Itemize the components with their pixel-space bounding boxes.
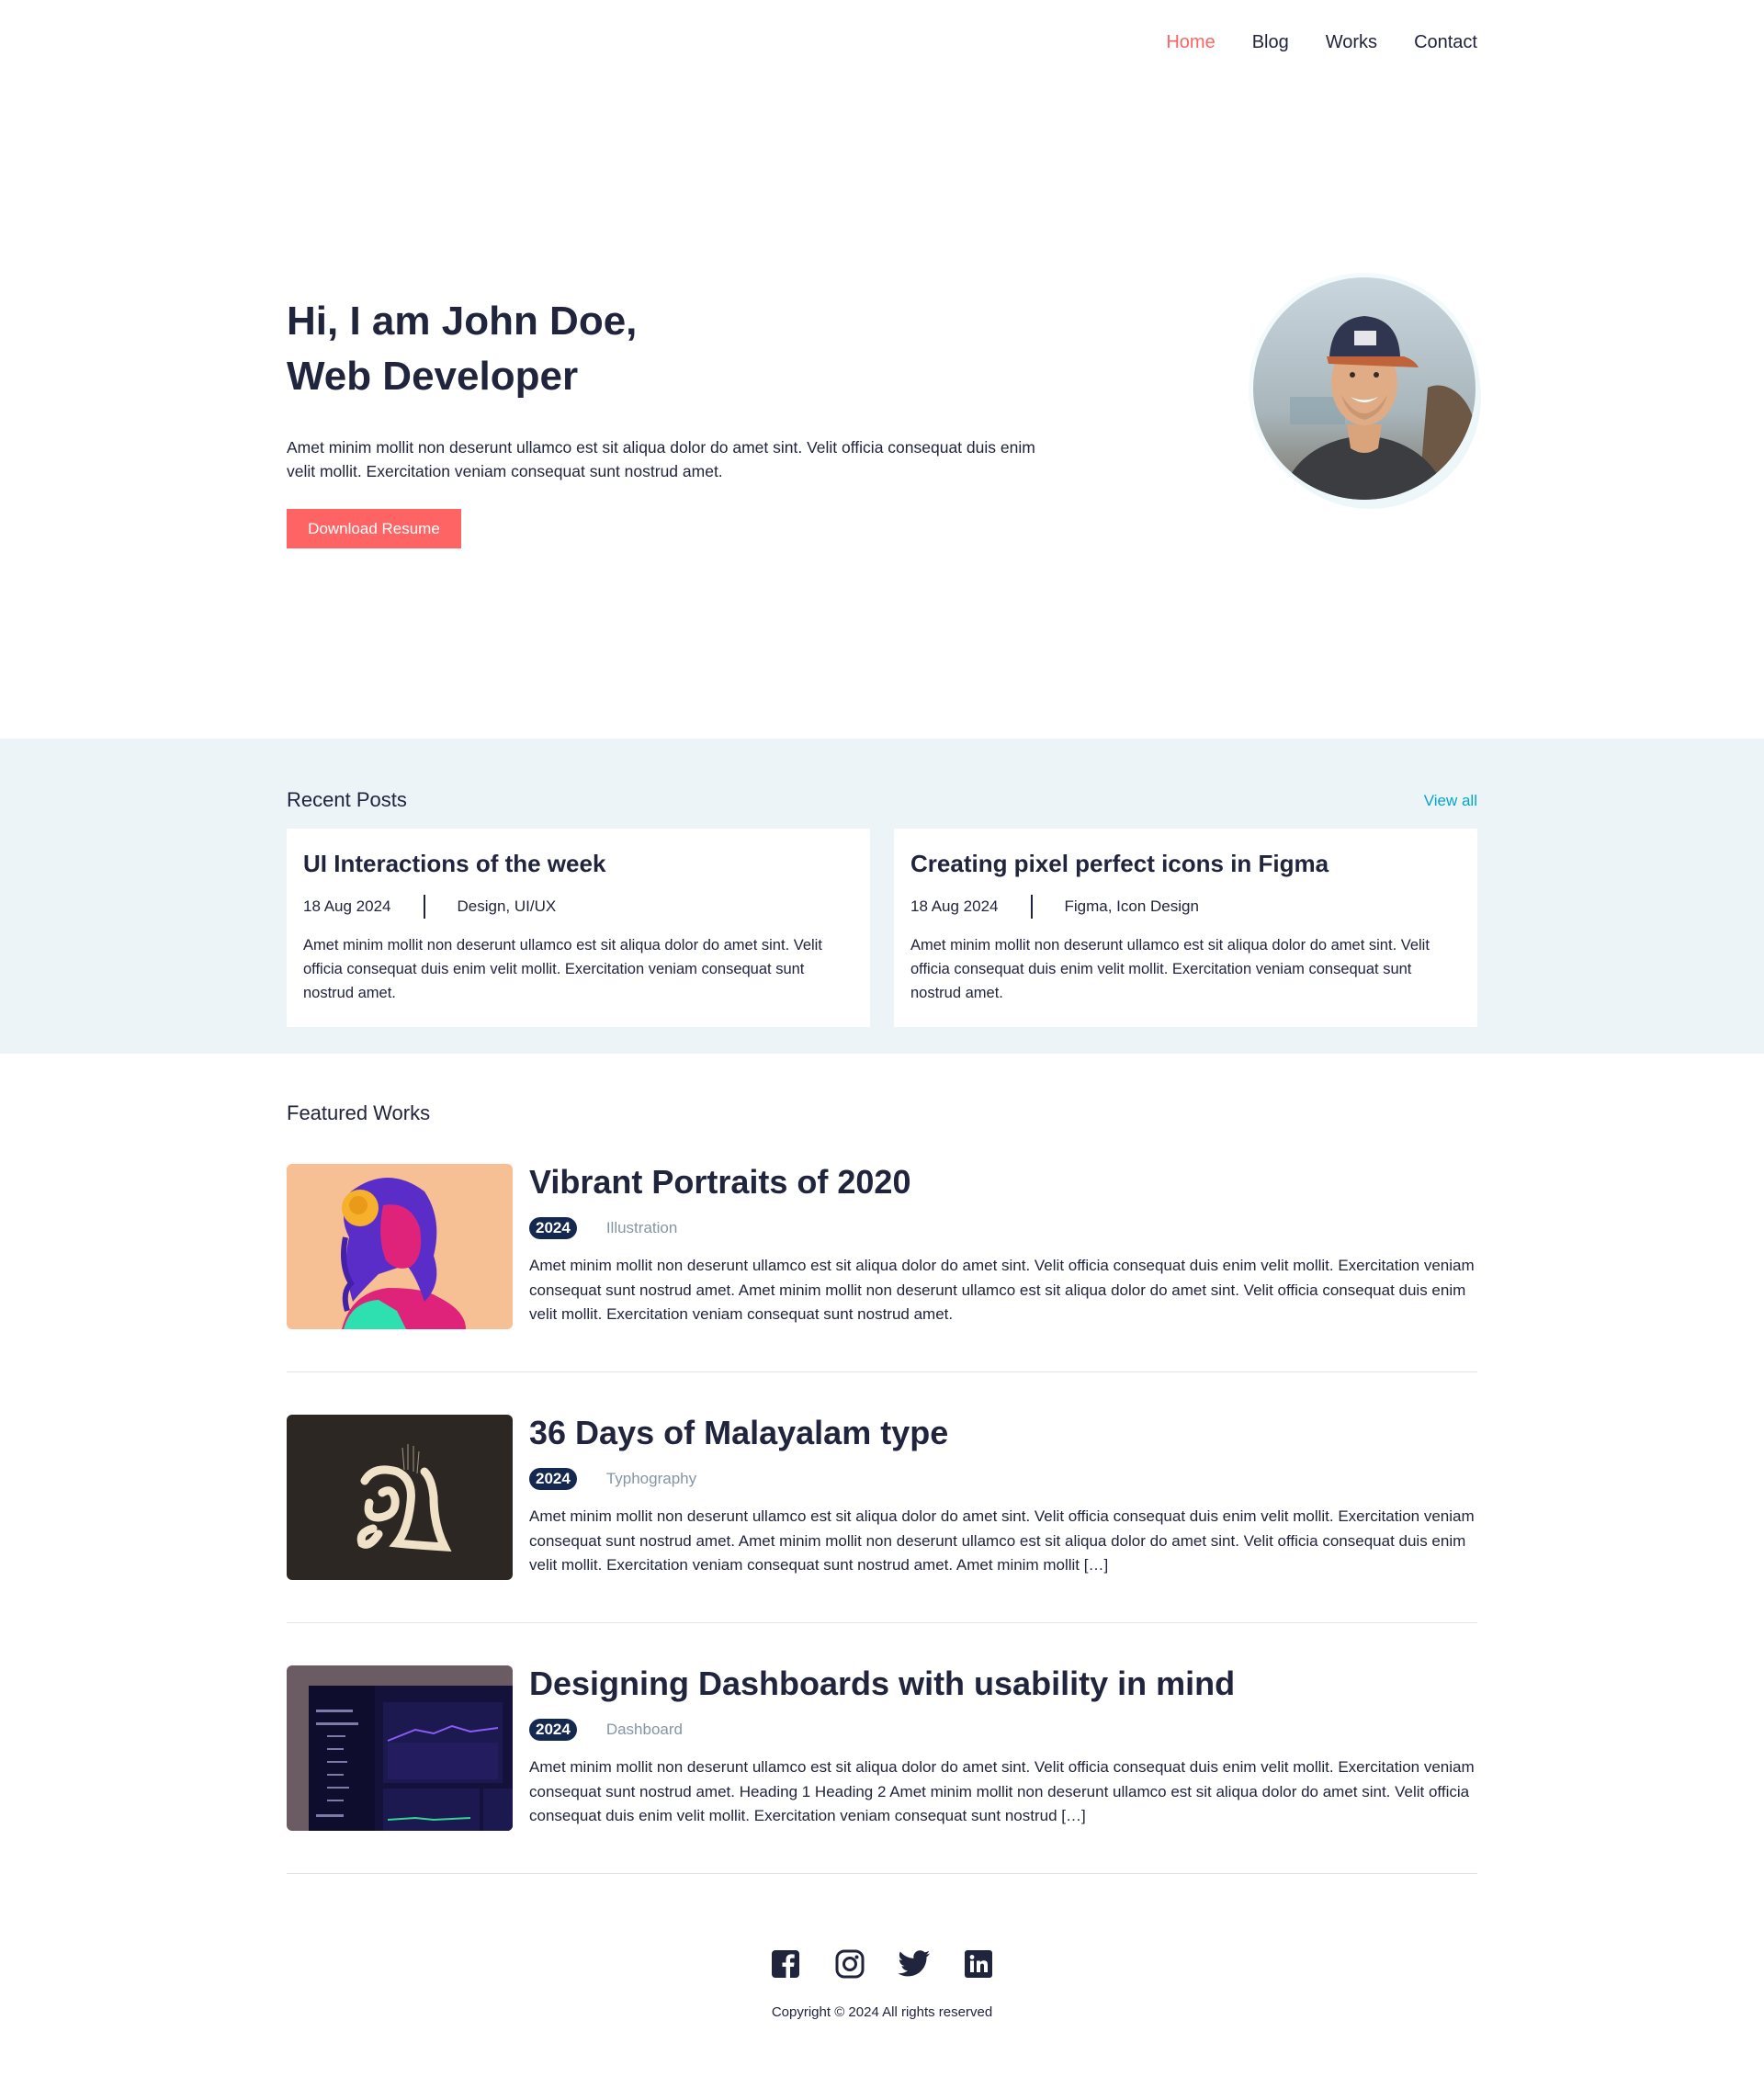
work-description: Amet minim mollit non deserunt ullamco e… — [529, 1257, 1475, 1323]
post-date: 18 Aug 2024 — [910, 897, 999, 915]
footer: Copyright © 2024 All rights reserved — [0, 1946, 1764, 2020]
post-excerpt: Amet minim mollit non deserunt ullamco e… — [303, 937, 822, 1001]
featured-works-section: Featured Works Vibrant Portraits of 2020… — [287, 1101, 1477, 1874]
post-title[interactable]: Creating pixel perfect icons in Figma — [910, 847, 1461, 880]
work-thumbnail[interactable] — [287, 1415, 513, 1580]
post-card[interactable]: Creating pixel perfect icons in Figma 18… — [894, 829, 1477, 1027]
nav-contact[interactable]: Contact — [1414, 32, 1477, 53]
work-thumbnail[interactable] — [287, 1164, 513, 1329]
hero-section: Hi, I am John Doe, Web Developer Amet mi… — [287, 85, 1477, 739]
hero-title-line2: Web Developer — [287, 354, 579, 399]
work-item[interactable]: Designing Dashboards with usability in m… — [287, 1665, 1477, 1874]
copyright-text: Copyright © 2024 All rights reserved — [771, 2004, 993, 2020]
post-tags: Figma, Icon Design — [1064, 897, 1199, 915]
featured-works-title: Featured Works — [287, 1101, 431, 1124]
hero-title: Hi, I am John Doe, Web Developer — [287, 294, 930, 404]
download-resume-button[interactable]: Download Resume — [287, 509, 461, 548]
work-description: Amet minim mollit non deserunt ullamco e… — [529, 1758, 1475, 1824]
work-item[interactable]: 36 Days of Malayalam type 2024 Typhograp… — [287, 1415, 1477, 1623]
divider — [1031, 895, 1034, 919]
view-all-link[interactable]: View all — [1424, 792, 1477, 810]
instagram-icon[interactable] — [831, 1946, 868, 1982]
post-card[interactable]: UI Interactions of the week 18 Aug 2024 … — [287, 829, 870, 1027]
nav-home[interactable]: Home — [1166, 32, 1215, 53]
linkedin-icon[interactable] — [960, 1946, 997, 1982]
recent-posts-section: Recent Posts View all UI Interactions of… — [0, 739, 1764, 1054]
year-badge: 2024 — [529, 1217, 577, 1239]
year-badge: 2024 — [529, 1468, 577, 1490]
nav-blog[interactable]: Blog — [1252, 32, 1289, 53]
post-excerpt: Amet minim mollit non deserunt ullamco e… — [910, 937, 1430, 1001]
post-title[interactable]: UI Interactions of the week — [303, 847, 854, 880]
hero-title-line1: Hi, I am John Doe, — [287, 299, 638, 344]
work-title[interactable]: 36 Days of Malayalam type — [529, 1415, 1477, 1451]
work-category: Typhography — [605, 1470, 697, 1487]
year-badge: 2024 — [529, 1719, 577, 1741]
nav-works[interactable]: Works — [1326, 32, 1377, 53]
post-tags: Design, UI/UX — [457, 897, 557, 915]
work-category: Dashboard — [605, 1721, 683, 1738]
divider — [424, 895, 426, 919]
facebook-icon[interactable] — [767, 1946, 804, 1982]
post-date: 18 Aug 2024 — [303, 897, 391, 915]
twitter-icon[interactable] — [896, 1946, 933, 1982]
recent-posts-title: Recent Posts — [287, 788, 407, 811]
work-title[interactable]: Designing Dashboards with usability in m… — [529, 1665, 1477, 1702]
work-thumbnail[interactable] — [287, 1665, 513, 1831]
work-item[interactable]: Vibrant Portraits of 2020 2024 Illustrat… — [287, 1164, 1477, 1372]
work-category: Illustration — [605, 1219, 678, 1236]
hero-intro: Amet minim mollit non deserunt ullamco e… — [287, 438, 1035, 480]
top-nav: Home Blog Works Contact — [287, 0, 1477, 85]
work-description: Amet minim mollit non deserunt ullamco e… — [529, 1507, 1475, 1574]
work-title[interactable]: Vibrant Portraits of 2020 — [529, 1164, 1477, 1201]
social-links — [0, 1946, 1764, 1982]
avatar — [1253, 277, 1476, 500]
